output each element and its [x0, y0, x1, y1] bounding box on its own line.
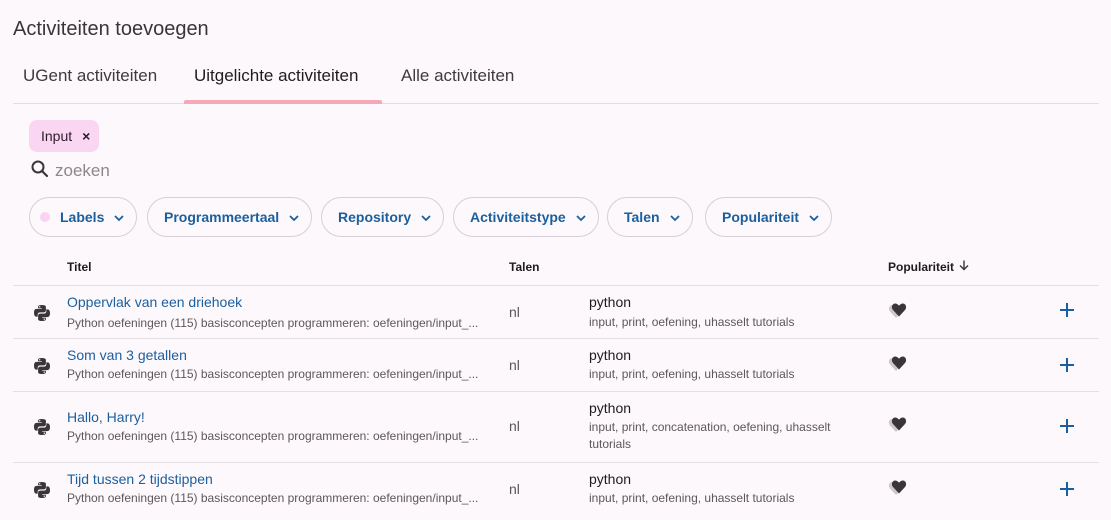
- arrow-down-icon: [959, 260, 969, 274]
- filter-label: Populariteit: [722, 209, 800, 225]
- filter-popularity[interactable]: Populariteit: [705, 197, 833, 237]
- activity-tags: input, print, oefening, uhasselt tutoria…: [589, 491, 795, 505]
- remove-filter-button[interactable]: ×: [82, 128, 90, 144]
- activity-language: nl: [509, 304, 520, 320]
- activity-title-link[interactable]: Hallo, Harry!: [67, 409, 145, 425]
- hearts-icon: [888, 479, 908, 502]
- column-header-title[interactable]: Titel: [67, 260, 91, 274]
- table-row[interactable]: Oppervlak van een driehoek Python oefeni…: [13, 285, 1099, 338]
- column-header-languages[interactable]: Talen: [509, 260, 539, 274]
- chevron-down-icon: [809, 209, 819, 225]
- add-activity-button[interactable]: [1058, 301, 1076, 324]
- filter-label: Programmeertaal: [164, 209, 280, 225]
- activity-title-link[interactable]: Som van 3 getallen: [67, 347, 187, 363]
- activity-title-link[interactable]: Tijd tussen 2 tijdstippen: [67, 471, 213, 487]
- chevron-down-icon: [114, 209, 124, 225]
- active-filter-label: Input: [41, 128, 73, 144]
- chevron-down-icon: [576, 209, 586, 225]
- activity-programming-language: python: [589, 471, 632, 487]
- filter-repository[interactable]: Repository: [321, 197, 445, 237]
- filter-label: Talen: [624, 209, 660, 225]
- active-tab-indicator: [184, 100, 382, 104]
- activity-language: nl: [509, 357, 520, 373]
- filter-active-dot: [40, 212, 50, 222]
- hearts-icon: [888, 416, 908, 439]
- hearts-icon: [888, 302, 908, 325]
- table-row[interactable]: Som van 3 getallen Python oefeningen (11…: [13, 338, 1099, 391]
- chevron-down-icon: [669, 209, 680, 225]
- table-row[interactable]: Tijd tussen 2 tijdstippen Python oefenin…: [13, 462, 1099, 517]
- chevron-down-icon: [289, 209, 299, 225]
- filter-label: Repository: [338, 209, 412, 225]
- add-activity-button[interactable]: [1058, 480, 1076, 503]
- activity-language: nl: [509, 481, 520, 497]
- search-bar: [30, 158, 355, 184]
- python-icon: [33, 304, 51, 327]
- column-header-popularity[interactable]: Populariteit: [888, 260, 969, 274]
- filter-labels[interactable]: Labels: [29, 197, 138, 237]
- python-icon: [33, 418, 51, 441]
- activity-path: Python oefeningen (115) basisconcepten p…: [67, 429, 479, 443]
- python-icon: [33, 357, 51, 380]
- search-icon: [30, 159, 50, 184]
- chevron-down-icon: [421, 209, 431, 225]
- active-filter-chip: Input ×: [29, 120, 100, 152]
- python-icon: [33, 481, 51, 504]
- hearts-icon: [888, 355, 908, 378]
- activity-language: nl: [509, 418, 520, 434]
- activity-path: Python oefeningen (115) basisconcepten p…: [67, 316, 479, 330]
- add-activity-button[interactable]: [1058, 356, 1076, 379]
- filter-label: Labels: [60, 209, 105, 225]
- activity-programming-language: python: [589, 294, 632, 310]
- tab-all-activities[interactable]: Alle activiteiten: [401, 56, 514, 104]
- activity-programming-language: python: [589, 400, 632, 416]
- column-header-popularity-label: Populariteit: [888, 260, 955, 274]
- tab-featured-activities[interactable]: Uitgelichte activiteiten: [194, 56, 358, 104]
- tab-ugent-activities[interactable]: UGent activiteiten: [23, 56, 157, 104]
- filter-activity-type[interactable]: Activiteitstype: [453, 197, 599, 237]
- filter-languages[interactable]: Talen: [607, 197, 693, 237]
- search-input[interactable]: [55, 161, 355, 181]
- page-title: Activiteiten toevoegen: [13, 18, 209, 40]
- table-row[interactable]: Hallo, Harry! Python oefeningen (115) ba…: [13, 391, 1099, 462]
- activity-title-link[interactable]: Oppervlak van een driehoek: [67, 294, 242, 310]
- activity-tags: input, print, concatenation, oefening, u…: [589, 420, 831, 451]
- activity-programming-language: python: [589, 347, 632, 363]
- activity-tags: input, print, oefening, uhasselt tutoria…: [589, 315, 795, 329]
- tab-bar: UGent activiteiten Uitgelichte activitei…: [13, 56, 1099, 104]
- add-activity-button[interactable]: [1058, 417, 1076, 440]
- filter-label: Activiteitstype: [470, 209, 566, 225]
- activity-tags: input, print, oefening, uhasselt tutoria…: [589, 367, 795, 381]
- activity-path: Python oefeningen (115) basisconcepten p…: [67, 367, 479, 381]
- activity-path: Python oefeningen (115) basisconcepten p…: [67, 491, 479, 505]
- filter-programming-language[interactable]: Programmeertaal: [147, 197, 313, 237]
